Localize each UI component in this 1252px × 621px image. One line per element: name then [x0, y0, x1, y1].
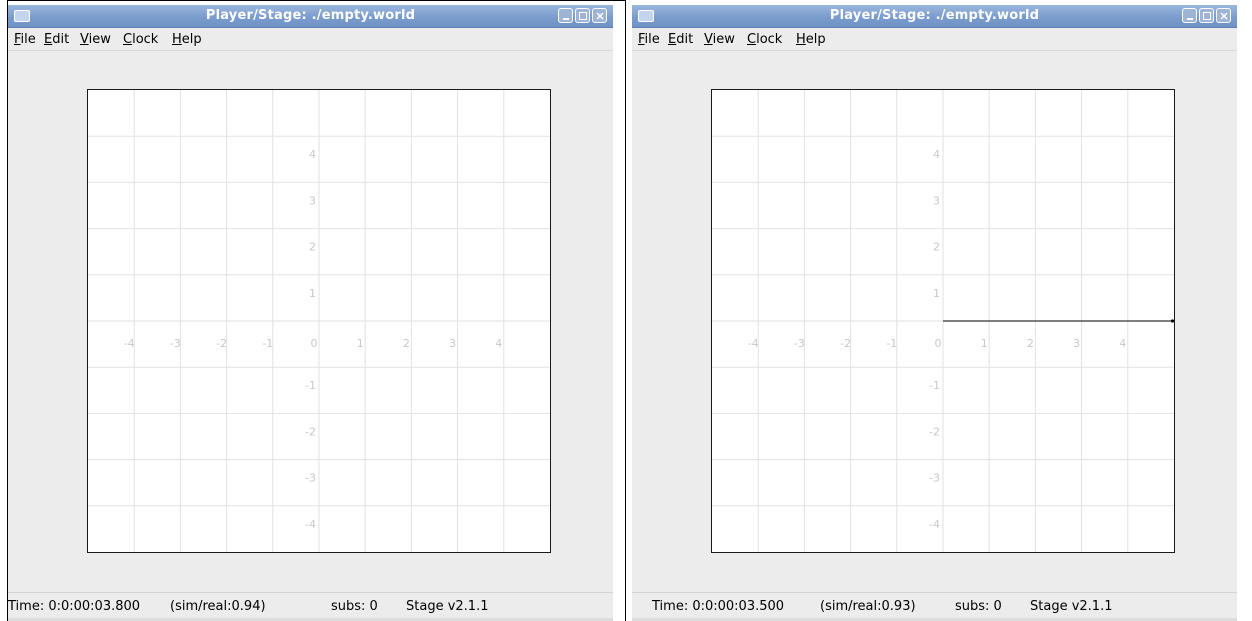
- x-tick-label: 2: [1027, 337, 1034, 350]
- y-tick-label: 4: [309, 148, 316, 161]
- y-tick-label: 2: [309, 241, 316, 254]
- x-tick-label: -4: [124, 337, 135, 350]
- window-title: Player/Stage: ./empty.world: [829, 8, 1040, 23]
- title-bar[interactable]: Player/Stage: ./empty.world: [632, 5, 1237, 28]
- title-bar[interactable]: Player/Stage: ./empty.world: [8, 5, 613, 28]
- status-version: Stage v2.1.1: [406, 599, 489, 614]
- status-subs: subs: 0: [331, 599, 378, 614]
- menu-file[interactable]: File: [638, 32, 660, 47]
- menu-view[interactable]: View: [80, 32, 111, 47]
- y-tick-label: -2: [929, 425, 940, 438]
- menu-bar: File Edit View Clock Help: [8, 28, 613, 51]
- menu-clock[interactable]: Clock: [747, 32, 782, 47]
- y-tick-label: -2: [305, 425, 316, 438]
- x-tick-label: 0: [311, 337, 318, 350]
- y-tick-label: -4: [929, 518, 940, 531]
- status-subs: subs: 0: [955, 599, 1002, 614]
- y-tick-label: -1: [305, 379, 316, 392]
- y-tick-label: 4: [933, 148, 940, 161]
- status-sim-real: (sim/real:0.93): [820, 599, 916, 614]
- x-tick-label: 1: [357, 337, 364, 350]
- menu-edit[interactable]: Edit: [44, 32, 69, 47]
- stage-window-left: Player/Stage: ./empty.world File Edit Vi…: [8, 5, 613, 621]
- x-tick-label: 4: [1119, 337, 1126, 350]
- world-canvas[interactable]: -4 -3 -2 -1 0 1 2 3 4 4 3 2 1 -1 -2 -3 -4: [711, 89, 1175, 553]
- y-tick-label: 1: [933, 287, 940, 300]
- close-icon[interactable]: [1216, 8, 1231, 23]
- menu-view[interactable]: View: [704, 32, 735, 47]
- y-tick-label: 2: [933, 241, 940, 254]
- menu-bar: File Edit View Clock Help: [632, 28, 1237, 51]
- x-tick-label: 3: [449, 337, 456, 350]
- minimize-icon[interactable]: [558, 8, 573, 23]
- y-tick-label: 3: [309, 194, 316, 207]
- menu-clock[interactable]: Clock: [123, 32, 158, 47]
- frame-border-top-left: [7, 0, 626, 1]
- frame-divider: [625, 0, 626, 621]
- status-version: Stage v2.1.1: [1030, 599, 1113, 614]
- status-sim-real: (sim/real:0.94): [170, 599, 266, 614]
- x-tick-label: -3: [794, 337, 805, 350]
- x-tick-label: -1: [886, 337, 897, 350]
- y-tick-label: 3: [933, 194, 940, 207]
- x-tick-label: 3: [1073, 337, 1080, 350]
- status-time: Time: 0:0:00:03.500: [652, 599, 785, 614]
- world-grid: -4 -3 -2 -1 0 1 2 3 4 4 3 2 1 -1 -2 -3 -4: [712, 90, 1174, 552]
- y-tick-label: -3: [305, 472, 316, 485]
- y-tick-label: -4: [305, 518, 316, 531]
- status-bar: Time: 0:0:00:03.500 (sim/real:0.93) subs…: [632, 592, 1237, 619]
- menu-edit[interactable]: Edit: [668, 32, 693, 47]
- x-tick-label: -3: [170, 337, 181, 350]
- menu-help[interactable]: Help: [172, 32, 202, 47]
- menu-file[interactable]: File: [14, 32, 36, 47]
- y-tick-label: 1: [309, 287, 316, 300]
- maximize-icon[interactable]: [1199, 8, 1214, 23]
- stage-window-right: Player/Stage: ./empty.world File Edit Vi…: [632, 5, 1237, 621]
- menu-help[interactable]: Help: [796, 32, 826, 47]
- close-icon[interactable]: [592, 8, 607, 23]
- maximize-icon[interactable]: [575, 8, 590, 23]
- status-time: Time: 0:0:00:03.800: [8, 599, 141, 614]
- x-tick-label: 1: [981, 337, 988, 350]
- minimize-icon[interactable]: [1182, 8, 1197, 23]
- x-tick-label: -2: [840, 337, 851, 350]
- x-tick-label: 0: [935, 337, 942, 350]
- x-tick-label: -1: [262, 337, 273, 350]
- x-tick-label: -2: [216, 337, 227, 350]
- world-canvas[interactable]: -4 -3 -2 -1 0 1 2 3 4 4 3 2 1 -1 -2 -3 -4: [87, 89, 551, 553]
- x-tick-label: 4: [495, 337, 502, 350]
- x-tick-label: 2: [403, 337, 410, 350]
- window-title: Player/Stage: ./empty.world: [205, 8, 416, 23]
- status-bar: Time: 0:0:00:03.800 (sim/real:0.94) subs…: [8, 592, 613, 619]
- world-grid: -4 -3 -2 -1 0 1 2 3 4 4 3 2 1 -1 -2 -3 -4: [88, 90, 550, 552]
- y-tick-label: -1: [929, 379, 940, 392]
- y-tick-label: -3: [929, 472, 940, 485]
- ray-endpoint: [1170, 319, 1174, 323]
- x-tick-label: -4: [748, 337, 759, 350]
